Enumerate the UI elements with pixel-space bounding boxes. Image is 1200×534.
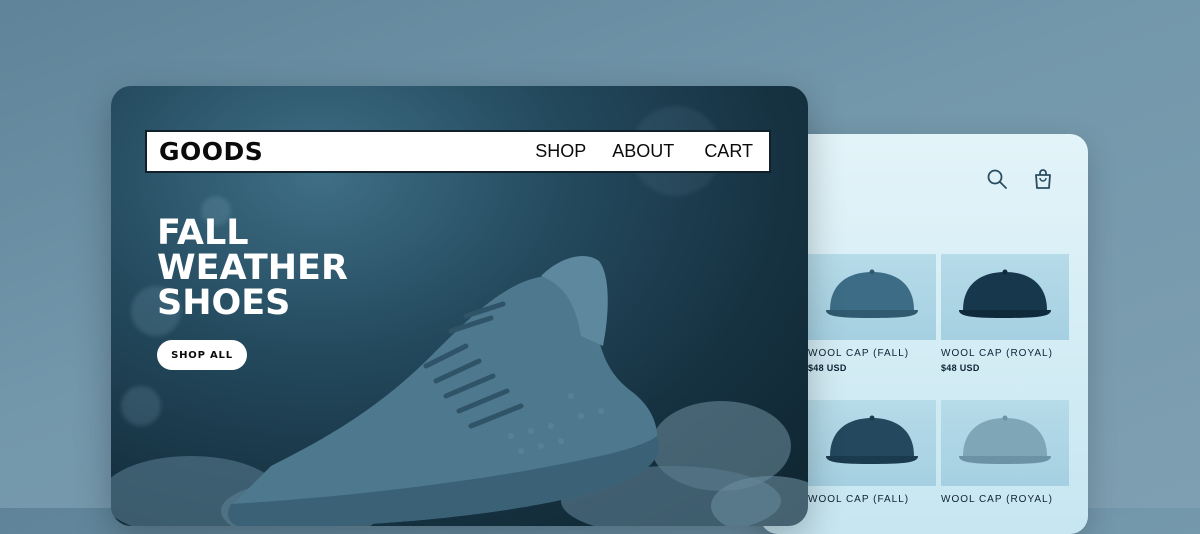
nav-link-shop[interactable]: SHOP [535, 141, 586, 162]
catalog-header-icons [986, 168, 1054, 190]
product-card[interactable]: WOOL CAP (ROYAL) [941, 400, 1069, 505]
product-image[interactable] [808, 400, 936, 486]
product-price: $48 USD [808, 363, 847, 373]
brand-logo[interactable]: GOODS [159, 137, 263, 166]
product-name: WOOL CAP (ROYAL) [941, 494, 1053, 505]
product-name: WOOL CAP (ROYAL) [941, 348, 1053, 359]
product-card[interactable]: WOOL CAP (FALL) $48 USD [808, 254, 936, 373]
product-price: $48 USD [941, 363, 980, 373]
product-image[interactable] [808, 254, 936, 340]
product-name: WOOL CAP (FALL) [808, 494, 910, 505]
search-icon[interactable] [986, 168, 1008, 190]
hero-headline: FALL WEATHER SHOES [157, 216, 348, 321]
product-card[interactable]: WOOL CAP (ROYAL) $48 USD [941, 254, 1069, 373]
shopping-bag-icon[interactable] [1032, 168, 1054, 190]
nav-links: SHOP ABOUT CART [535, 141, 753, 162]
headline-line: SHOES [157, 283, 291, 323]
headline-line: FALL [157, 213, 249, 253]
product-card[interactable]: WOOL CAP (FALL) [808, 400, 936, 505]
nav-link-cart[interactable]: CART [704, 141, 753, 162]
hero-card: GOODS SHOP ABOUT CART FALL WEATHER SHOES… [111, 86, 808, 526]
product-name: WOOL CAP (FALL) [808, 348, 910, 359]
shop-all-button[interactable]: SHOP ALL [157, 340, 247, 370]
product-image[interactable] [941, 254, 1069, 340]
catalog-card: WOOL CAP (FALL) $48 USD WOOL CAP (ROYAL)… [760, 134, 1088, 534]
product-image[interactable] [941, 400, 1069, 486]
headline-line: WEATHER [157, 248, 348, 288]
site-navbar: GOODS SHOP ABOUT CART [145, 130, 771, 173]
nav-link-about[interactable]: ABOUT [612, 141, 674, 162]
